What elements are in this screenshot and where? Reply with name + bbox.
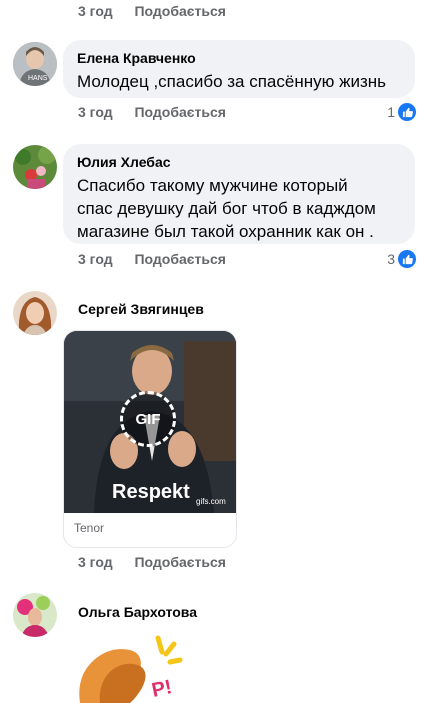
like-button[interactable]: Подобається: [134, 251, 225, 267]
gif-watermark: gifs.com: [196, 497, 226, 506]
svg-text:HANS: HANS: [28, 75, 48, 82]
comment-actions: 3 год Подобається: [78, 251, 226, 267]
avatar[interactable]: [13, 145, 57, 189]
comment-author[interactable]: Сергей Звягинцев: [78, 300, 204, 318]
comment-bubble: Елена Кравченко Молодец ,спасибо за спас…: [63, 40, 415, 98]
comment-actions-top: 3 год Подобається: [78, 3, 226, 19]
avatar[interactable]: HANS: [13, 42, 57, 86]
comment-author[interactable]: Ольга Бархотова: [78, 603, 197, 621]
gif-badge: GIF: [120, 391, 176, 447]
comment-bubble: Юлия Хлебас Спасибо такому мужчине котор…: [63, 144, 415, 244]
comment-time[interactable]: 3 год: [78, 104, 113, 120]
like-button[interactable]: Подобається: [134, 104, 225, 120]
gif-source[interactable]: Tenor: [74, 521, 104, 535]
gif-caption: Respekt: [112, 481, 190, 503]
comment-text: Молодец ,спасибо за спасённую жизнь: [77, 72, 386, 91]
comment-text-line: спас девушку дай бог чтоб в кадждом: [77, 199, 376, 218]
like-thumb-icon: [398, 103, 416, 121]
like-button[interactable]: Подобається: [134, 3, 225, 19]
comment-text-line: Спасибо такому мужчине который: [77, 176, 348, 195]
comment-actions: 3 год Подобається: [78, 104, 226, 120]
comment-time[interactable]: 3 год: [78, 3, 113, 19]
reaction-count[interactable]: 3: [387, 250, 416, 268]
reaction-number: 3: [387, 251, 395, 267]
like-thumb-icon: [398, 250, 416, 268]
comment-text-line: магазине был такой охранник как он .: [77, 222, 374, 241]
avatar[interactable]: [13, 593, 57, 637]
avatar[interactable]: [13, 291, 57, 335]
gif-badge-label: GIF: [135, 410, 161, 428]
comment-actions: 3 год Подобається: [78, 554, 226, 570]
comment-author[interactable]: Елена Кравченко: [77, 49, 401, 67]
gif-attachment[interactable]: GIF Respekt gifs.com Tenor: [63, 330, 237, 548]
comment-author[interactable]: Юлия Хлебас: [77, 153, 401, 171]
comment-time[interactable]: 3 год: [78, 554, 113, 570]
reaction-number: 1: [387, 104, 395, 120]
comment-time[interactable]: 3 год: [78, 251, 113, 267]
reaction-count[interactable]: 1: [387, 103, 416, 121]
like-button[interactable]: Подобається: [134, 554, 225, 570]
clapping-sticker[interactable]: P!: [70, 630, 190, 703]
